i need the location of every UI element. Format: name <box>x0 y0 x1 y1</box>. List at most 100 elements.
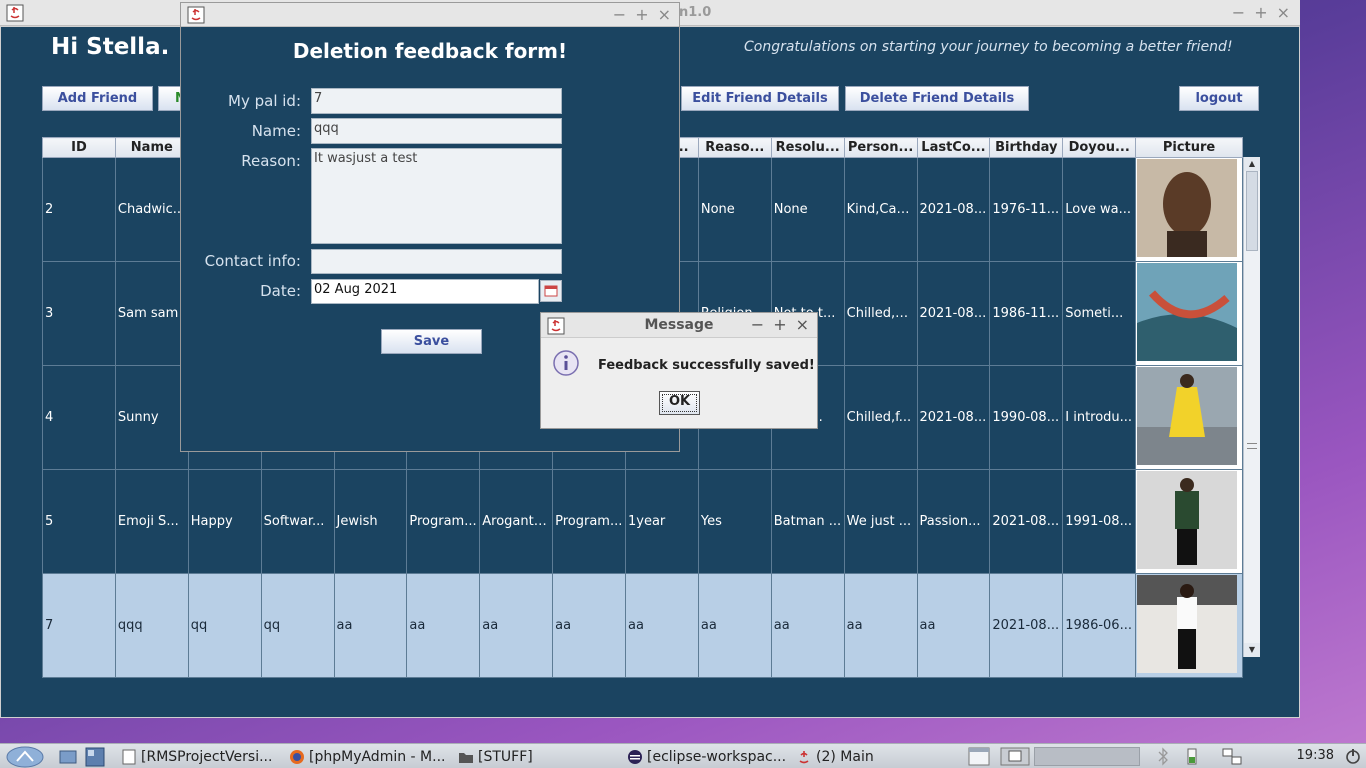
java-app-icon <box>187 6 205 24</box>
taskbar-item-eclipse[interactable]: [eclipse-workspac... <box>627 746 787 767</box>
table-cell: Jewish <box>333 469 408 574</box>
close-button[interactable]: × <box>658 5 671 24</box>
date-field[interactable]: 02 Aug 2021 <box>311 279 539 304</box>
java-app-icon <box>6 4 24 22</box>
power-icon[interactable] <box>1344 747 1362 766</box>
ok-button[interactable]: OK <box>659 391 700 415</box>
minimize-button[interactable]: − <box>613 5 626 24</box>
logout-button[interactable]: logout <box>1179 86 1259 111</box>
table-row-selected[interactable]: 7 qqq qq qq aa aa aa aa aa aa aa aa aa 2… <box>42 573 1243 678</box>
table-cell: aa <box>552 573 626 678</box>
minimize-button[interactable]: − <box>1232 3 1245 22</box>
table-row[interactable]: 5 Emoji S... Happy Softwar... Jewish Pro… <box>42 469 1243 574</box>
column-header-doyou[interactable]: Doyou... <box>1062 137 1137 158</box>
table-cell: Passion... <box>916 469 991 574</box>
column-header-resolution[interactable]: Resolu... <box>770 137 845 158</box>
table-cell: qqq <box>114 573 189 678</box>
active-window-tray-icon[interactable] <box>1000 747 1030 766</box>
dialog-titlebar: − + × <box>181 3 679 27</box>
maximize-button[interactable]: + <box>773 315 786 334</box>
table-cell: None <box>770 157 845 262</box>
scrollbar-thumb[interactable] <box>1246 171 1258 251</box>
table-cell: Program... <box>552 469 626 574</box>
eclipse-icon <box>628 749 642 764</box>
message-text: Feedback successfully saved! <box>598 358 815 373</box>
column-header-id[interactable]: ID <box>42 137 116 158</box>
taskbar-item-rmsproject[interactable]: [RMSProjectVersi... <box>121 746 281 767</box>
reason-textarea[interactable]: It wasjust a test <box>311 148 562 244</box>
greeting-title: Hi Stella. <box>51 34 170 60</box>
close-button[interactable]: × <box>796 315 809 334</box>
bluetooth-icon[interactable] <box>1156 747 1170 766</box>
table-cell: Batman ... <box>770 469 845 574</box>
pal-id-field[interactable]: 7 <box>311 88 562 114</box>
close-button[interactable]: × <box>1277 3 1290 22</box>
contact-info-label: Contact info: <box>204 252 301 270</box>
friend-photo <box>1137 159 1238 257</box>
edit-friend-button[interactable]: Edit Friend Details <box>681 86 839 111</box>
scroll-up-arrow-icon[interactable]: ▲ <box>1244 157 1260 171</box>
table-cell: 2021-08... <box>916 157 991 262</box>
table-cell: qq <box>187 573 262 678</box>
table-cell: 1year <box>625 469 699 574</box>
minimize-button[interactable]: − <box>751 315 764 334</box>
window-tray-icon[interactable] <box>968 747 990 766</box>
table-cell: aa <box>479 573 554 678</box>
message-dialog: Message − + × Feedback successfully save… <box>540 312 818 429</box>
table-cell: 7 <box>42 573 116 678</box>
table-cell: Program... <box>406 469 481 574</box>
picture-cell <box>1135 157 1243 262</box>
table-cell: 1976-11... <box>989 157 1064 262</box>
taskbar-item-stuff[interactable]: [STUFF] <box>458 746 568 767</box>
workspace-pager[interactable] <box>1034 747 1140 766</box>
delete-friend-button[interactable]: Delete Friend Details <box>845 86 1029 111</box>
friend-photo <box>1137 263 1238 361</box>
column-header-personality[interactable]: Person... <box>843 137 918 158</box>
name-field[interactable]: qqq <box>311 118 562 144</box>
window-title: n1.0 <box>679 5 712 20</box>
table-cell: aa <box>333 573 408 678</box>
table-cell: None <box>697 157 772 262</box>
contact-info-field[interactable] <box>311 249 562 274</box>
taskbar-item-label: [eclipse-workspac... <box>647 748 787 765</box>
taskbar: [RMSProjectVersi... [phpMyAdmin - M... [… <box>0 743 1366 768</box>
maximize-button[interactable]: + <box>1254 3 1267 22</box>
name-label: Name: <box>251 122 301 140</box>
table-cell: 1986-06... <box>1062 573 1137 678</box>
battery-icon[interactable] <box>1182 747 1204 766</box>
taskbar-item-main[interactable]: (2) Main <box>796 746 906 767</box>
maximize-button[interactable]: + <box>635 5 648 24</box>
start-menu-icon[interactable] <box>4 745 46 768</box>
table-cell: aa <box>770 573 845 678</box>
table-cell: Softwar... <box>260 469 335 574</box>
scroll-down-arrow-icon[interactable]: ▼ <box>1244 643 1260 657</box>
column-header-picture[interactable]: Picture <box>1135 137 1243 158</box>
workspace-switcher-icon[interactable] <box>85 747 105 767</box>
table-cell: 4 <box>42 365 116 470</box>
taskbar-item-label: (2) Main <box>816 748 874 765</box>
picture-cell <box>1135 365 1243 470</box>
table-cell: 1991-08... <box>1062 469 1137 574</box>
add-friend-button[interactable]: Add Friend <box>42 86 153 111</box>
taskbar-item-phpmyadmin[interactable]: [phpMyAdmin - M... <box>289 746 449 767</box>
calendar-button[interactable] <box>540 280 562 302</box>
friend-photo <box>1137 367 1238 465</box>
show-desktop-icon[interactable] <box>58 748 78 766</box>
table-cell: Someti... <box>1062 261 1137 366</box>
save-button[interactable]: Save <box>381 329 482 354</box>
column-header-reason[interactable]: Reaso... <box>697 137 772 158</box>
table-cell: aa <box>406 573 481 678</box>
table-scrollbar[interactable]: ▲ ▼ <box>1243 157 1260 657</box>
table-cell: Sunny <box>114 365 189 470</box>
network-icon[interactable] <box>1221 747 1243 766</box>
table-cell: I introdu... <box>1062 365 1137 470</box>
document-icon <box>122 749 136 764</box>
dialog-heading: Deletion feedback form! <box>292 39 568 63</box>
column-header-birthday[interactable]: Birthday <box>989 137 1064 158</box>
table-cell: Yes <box>697 469 772 574</box>
picture-cell <box>1135 261 1243 366</box>
column-header-last-contact[interactable]: LastCo... <box>916 137 991 158</box>
table-cell: Happy <box>187 469 262 574</box>
table-cell: 1990-08... <box>989 365 1064 470</box>
table-cell: aa <box>843 573 918 678</box>
